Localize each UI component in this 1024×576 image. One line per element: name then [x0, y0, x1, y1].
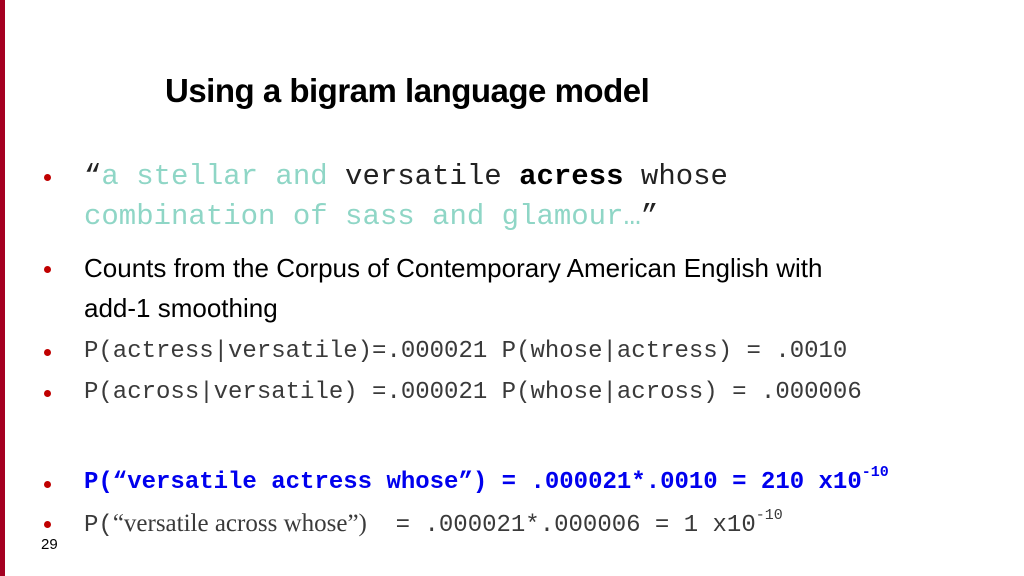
- quote-line-2: combination of sass and glamour…”: [84, 200, 658, 233]
- prob-actress-line: P(actress|versatile)=.000021 P(whose|act…: [84, 338, 848, 365]
- word-versatile: versatile: [327, 160, 520, 193]
- context-before: a stellar and: [101, 160, 328, 193]
- result-across-rest: = .000021*.000006 = 1 x10: [366, 512, 756, 539]
- counts-line-2: add-1 smoothing: [84, 293, 278, 323]
- bullet-icon: [44, 390, 51, 397]
- result-actress-exponent: -10: [861, 464, 889, 481]
- accent-bar: [0, 0, 5, 576]
- result-across-p: P(: [84, 512, 113, 539]
- bullet-icon: [44, 266, 51, 273]
- bullet-icon: [44, 521, 51, 528]
- result-across-quoted: “versatile across whose”): [112, 510, 367, 537]
- result-across-exponent: -10: [755, 507, 783, 524]
- quote-line-1: “a stellar and versatile acress whose: [84, 160, 728, 193]
- result-across-line: P(“versatile across whose”) = .000021*.0…: [84, 507, 783, 539]
- counts-line-1: Counts from the Corpus of Contemporary A…: [84, 253, 823, 283]
- result-actress-text: P(“versatile actress whose”) = .000021*.…: [84, 469, 862, 496]
- bullet-icon: [44, 174, 51, 181]
- context-after: combination of sass and glamour…: [84, 200, 641, 233]
- open-quote: “: [84, 160, 102, 193]
- prob-across-line: P(across|versatile) =.000021 P(whose|acr…: [84, 379, 862, 406]
- close-quote: ”: [640, 200, 659, 233]
- target-word: acress: [519, 160, 624, 193]
- slide-title: Using a bigram language model: [165, 72, 650, 109]
- bullet-icon: [44, 349, 51, 356]
- word-whose: whose: [623, 160, 728, 193]
- bullet-icon: [44, 481, 51, 488]
- result-actress-line: P(“versatile actress whose”) = .000021*.…: [84, 465, 889, 496]
- page-number: 29: [41, 536, 58, 553]
